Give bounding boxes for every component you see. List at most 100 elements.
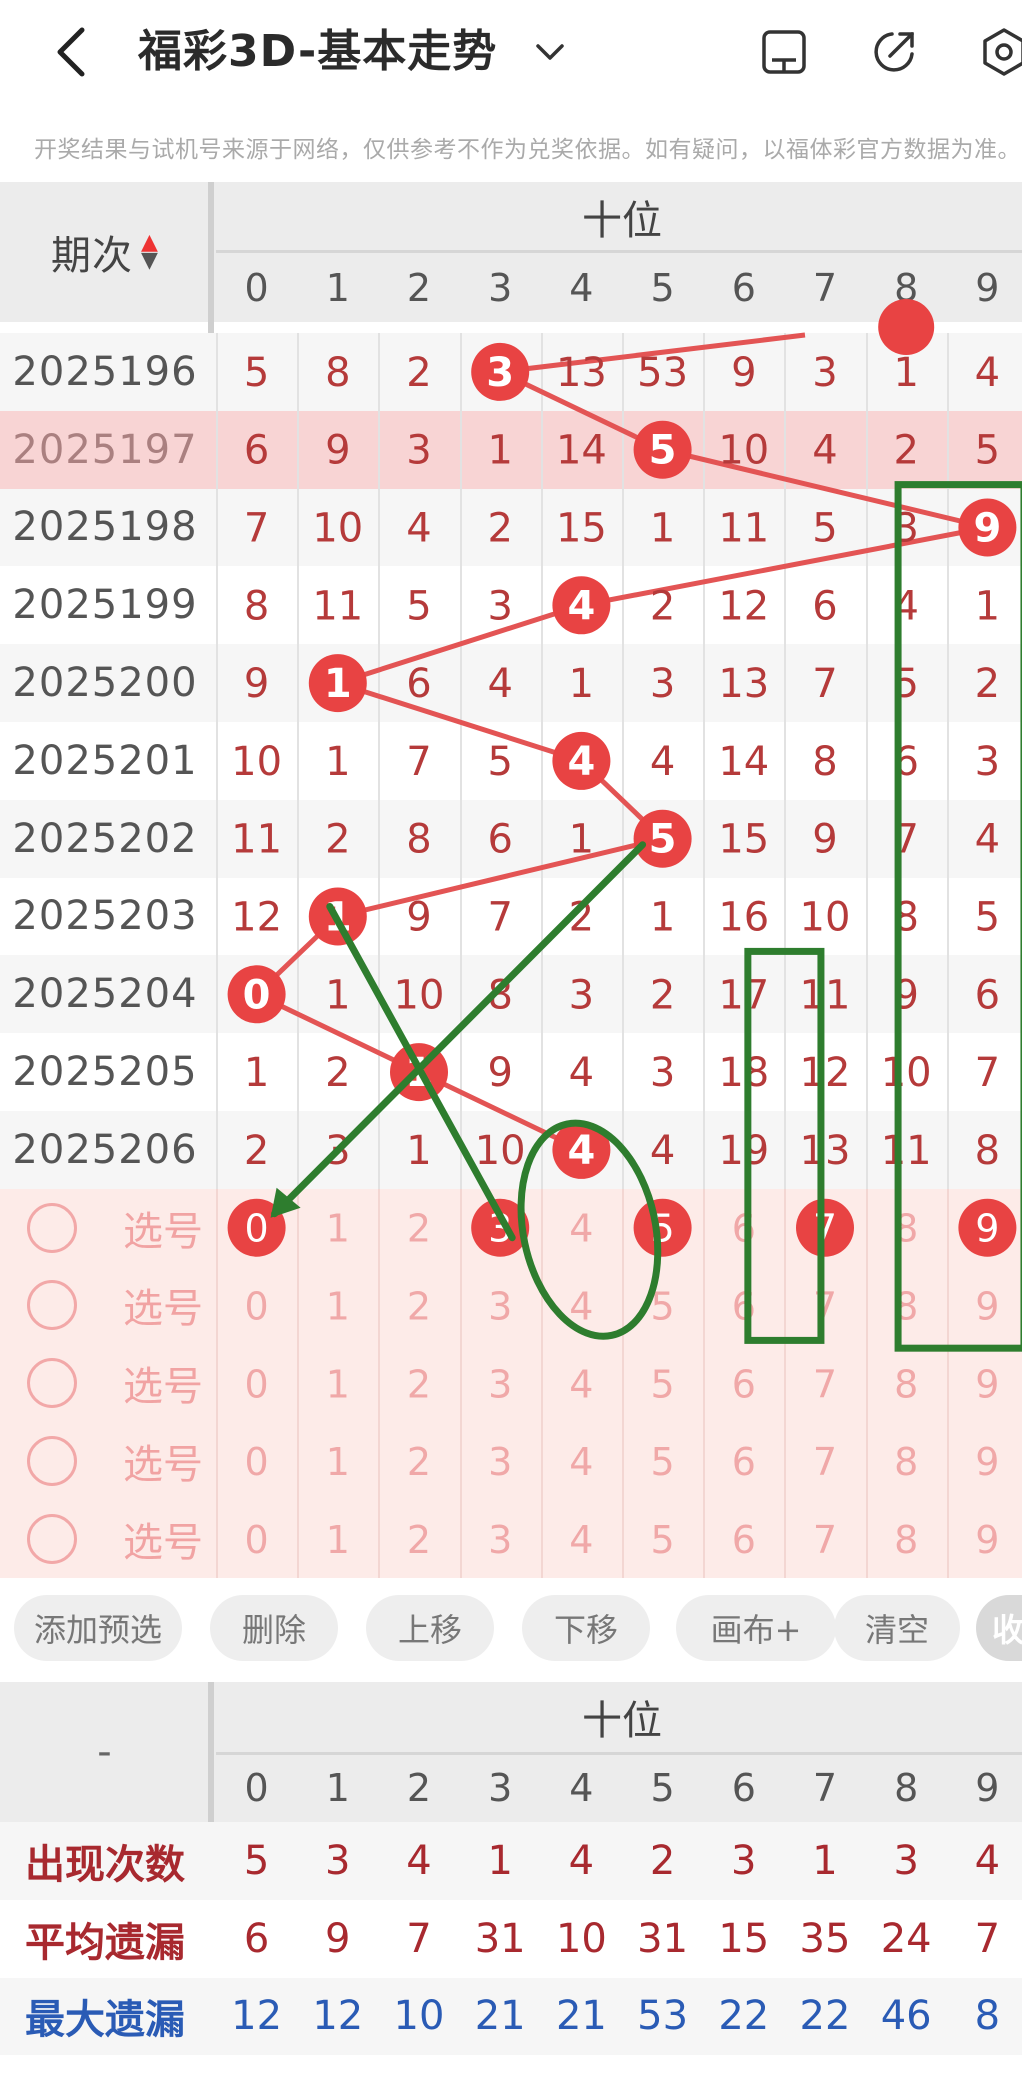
select-row-toggle[interactable]: 选号: [0, 1422, 210, 1500]
cell-divider: [946, 1111, 949, 1189]
cell-divider: [865, 410, 868, 489]
action-button[interactable]: 清空: [834, 1595, 960, 1661]
stats-value: 7: [974, 1915, 1001, 1962]
digit-column-header: 7: [812, 266, 838, 310]
radio-circle-icon[interactable]: [27, 1436, 77, 1487]
cell-divider: [703, 1344, 706, 1423]
cell-divider: [297, 1188, 300, 1267]
cell-divider: [784, 1111, 787, 1189]
cell-divider: [459, 333, 462, 411]
cell-divider: [378, 644, 381, 722]
cell-divider: [216, 1033, 218, 1111]
chevron-down-icon[interactable]: [532, 34, 568, 70]
select-row-toggle[interactable]: 选号: [0, 1344, 210, 1422]
digit-column-header: 2: [406, 266, 432, 310]
page-title[interactable]: 福彩3D-基本走势: [138, 20, 497, 84]
cell-divider: [459, 566, 462, 645]
cell-divider: [622, 1111, 624, 1189]
stats-value: 6: [243, 1915, 270, 1962]
cell-divider: [540, 722, 543, 800]
select-row-toggle[interactable]: 选号: [0, 1267, 210, 1345]
radio-circle-icon[interactable]: [27, 1202, 77, 1253]
cell-divider: [459, 955, 462, 1034]
cell-divider: [378, 1422, 381, 1500]
cell-divider: [459, 799, 462, 878]
cell-divider: [784, 1344, 787, 1423]
cell-divider: [378, 1266, 381, 1345]
cell-divider: [297, 799, 300, 878]
cell-divider: [378, 1344, 381, 1423]
cell-divider: [216, 1266, 218, 1345]
stats-digit-header: 9: [975, 1766, 1000, 1810]
action-button[interactable]: 添加预选: [14, 1595, 182, 1661]
action-button[interactable]: 画布+: [676, 1595, 836, 1661]
cell-divider: [540, 488, 543, 567]
cell-divider: [622, 722, 624, 800]
action-button[interactable]: 删除: [210, 1595, 338, 1661]
cell-divider: [216, 1344, 218, 1423]
cell-divider: [622, 877, 624, 956]
layout-toggle-icon[interactable]: [758, 26, 810, 78]
radio-circle-icon[interactable]: [27, 1513, 77, 1564]
cell-divider: [378, 1111, 381, 1189]
cell-divider: [946, 644, 949, 722]
settings-icon[interactable]: [978, 26, 1022, 78]
cell-divider: [946, 333, 949, 411]
cell-divider: [784, 1422, 787, 1500]
select-row-toggle[interactable]: 选号: [0, 1189, 210, 1267]
cell-divider: [378, 410, 381, 489]
stats-value: 3: [893, 1837, 919, 1884]
cell-divider: [297, 1033, 300, 1111]
share-icon[interactable]: [868, 26, 920, 78]
select-label: 选号: [123, 1208, 203, 1255]
cell-divider: [540, 1344, 543, 1423]
cell-divider: [865, 1033, 868, 1111]
cell-divider: [703, 877, 706, 956]
cell-divider: [297, 1111, 300, 1189]
period-cell: 2025198: [12, 504, 198, 551]
cell-divider: [622, 333, 624, 411]
cell-divider: [703, 410, 706, 489]
cell-divider: [540, 1188, 543, 1267]
digit-column-header: 5: [650, 266, 675, 310]
cell-divider: [703, 1422, 706, 1500]
cell-divider: [459, 1111, 462, 1189]
cell-divider: [865, 1500, 868, 1578]
radio-circle-icon[interactable]: [27, 1358, 77, 1409]
period-header[interactable]: 期次 ▲ ▼: [0, 182, 210, 322]
cell-divider: [703, 333, 706, 411]
stats-corner-label: -: [97, 1729, 113, 1775]
cell-divider: [459, 1500, 462, 1578]
period-cell: 2025199: [12, 582, 198, 629]
stats-digit-header: 2: [406, 1766, 432, 1810]
radio-circle-icon[interactable]: [27, 1280, 77, 1331]
stats-digit-header: 8: [894, 1766, 919, 1810]
cell-divider: [784, 566, 787, 645]
stats-value: 5: [243, 1837, 270, 1884]
cell-divider: [378, 1500, 381, 1578]
cell-divider: [865, 1422, 868, 1500]
cell-divider: [703, 1188, 706, 1267]
cell-divider: [865, 644, 868, 722]
cell-divider: [865, 877, 868, 956]
select-row-toggle[interactable]: 选号: [0, 1500, 210, 1578]
cell-divider: [703, 644, 706, 722]
stats-value: 1: [487, 1837, 513, 1884]
cell-divider: [216, 410, 218, 489]
action-button[interactable]: 上移: [366, 1595, 494, 1661]
back-arrow-icon[interactable]: [48, 24, 104, 80]
period-cell: 2025197: [12, 426, 198, 473]
cell-divider: [540, 410, 543, 489]
action-button[interactable]: 下移: [522, 1595, 650, 1661]
cell-divider: [622, 1188, 624, 1267]
cell-divider: [459, 1422, 462, 1500]
cell-divider: [297, 410, 300, 489]
cell-divider: [622, 1266, 624, 1345]
cell-divider: [622, 488, 624, 567]
sort-icon[interactable]: ▲ ▼: [141, 232, 159, 272]
stats-row-label: 最大遗漏: [25, 1997, 185, 2044]
period-cell: 2025205: [12, 1049, 198, 1096]
digit-column-header: 9: [975, 266, 1000, 310]
cell-divider: [865, 722, 868, 800]
stats-value: 21: [555, 1993, 607, 2040]
